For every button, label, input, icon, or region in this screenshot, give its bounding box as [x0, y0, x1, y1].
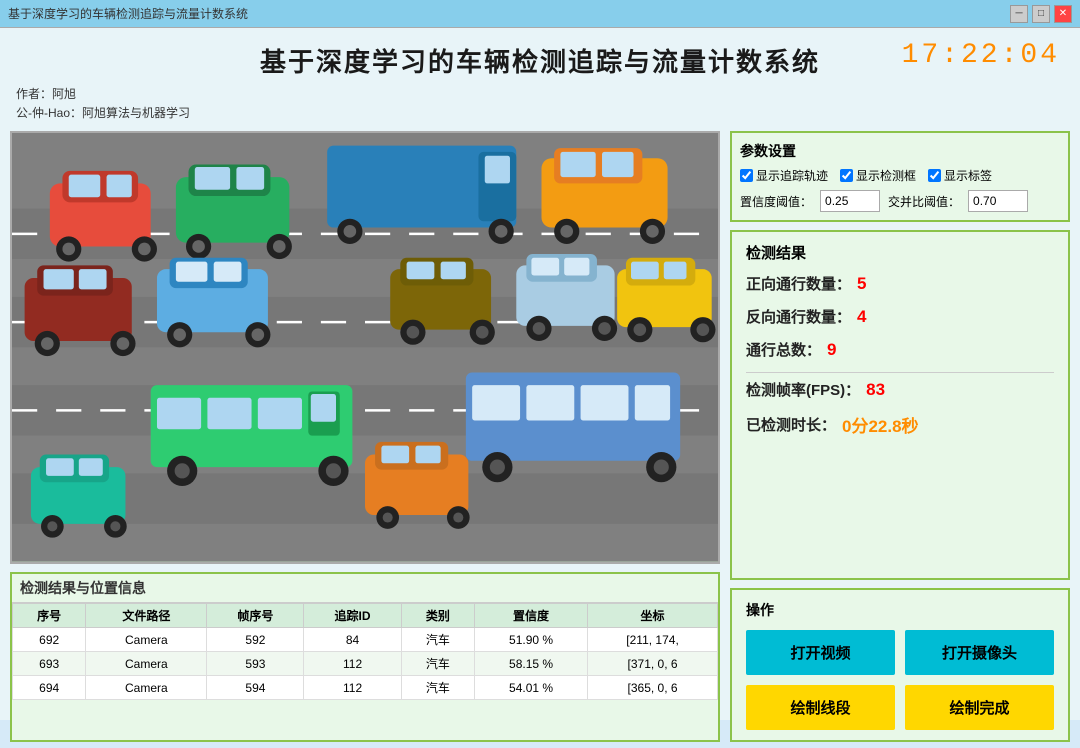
draw-line-button[interactable]: 绘制线段: [746, 685, 895, 730]
operations-title: 操作: [746, 600, 1054, 620]
duration-label: 已检测时长：: [746, 414, 836, 435]
draw-complete-button[interactable]: 绘制完成: [905, 685, 1054, 730]
close-button[interactable]: ✕: [1054, 5, 1072, 23]
table-header-row: 序号 文件路径 帧序号 追踪ID 类别 置信度 坐标: [13, 604, 718, 628]
show-track-label: 显示追踪轨迹: [756, 167, 828, 184]
show-detection-checkbox[interactable]: [840, 169, 853, 182]
main-content: 检测结果与位置信息 序号 文件路径 帧序号 追踪ID 类别 置信度 坐标: [0, 131, 1080, 748]
table-row: 694 Camera 594 112 汽车 54.01 % [365, 0, 6: [13, 676, 718, 700]
cell-category: 汽车: [401, 652, 474, 676]
col-frame: 帧序号: [207, 604, 304, 628]
cell-coords: [211, 174,: [588, 628, 718, 652]
ops-grid: 打开视频 打开摄像头 绘制线段 绘制完成: [746, 630, 1054, 730]
cell-confidence: 51.90 %: [475, 628, 588, 652]
maximize-button[interactable]: □: [1032, 5, 1050, 23]
fps-value: 83: [866, 380, 885, 400]
table-row: 692 Camera 592 84 汽车 51.90 % [211, 174,: [13, 628, 718, 652]
cell-frame: 593: [207, 652, 304, 676]
col-trackid: 追踪ID: [304, 604, 401, 628]
cell-id: 692: [13, 628, 86, 652]
cell-path: Camera: [86, 676, 207, 700]
cell-frame: 592: [207, 628, 304, 652]
title-bar: 基于深度学习的车辆检测追踪与流量计数系统 ─ □ ✕: [0, 0, 1080, 28]
detection-table-section: 检测结果与位置信息 序号 文件路径 帧序号 追踪ID 类别 置信度 坐标: [10, 572, 720, 742]
reverse-count-value: 4: [857, 307, 866, 327]
detection-table-title: 检测结果与位置信息: [12, 574, 718, 603]
table-wrapper[interactable]: 序号 文件路径 帧序号 追踪ID 类别 置信度 坐标 692 Camera: [12, 603, 718, 740]
forward-count-row: 正向通行数量： 5: [746, 273, 1054, 294]
params-section: 参数设置 显示追踪轨迹 显示检测框 显示标签: [730, 131, 1070, 222]
cell-frame: 594: [207, 676, 304, 700]
cell-id: 694: [13, 676, 86, 700]
col-category: 类别: [401, 604, 474, 628]
params-title: 参数设置: [740, 141, 1060, 161]
total-count-value: 9: [827, 340, 836, 360]
right-panel: 参数设置 显示追踪轨迹 显示检测框 显示标签: [730, 131, 1070, 742]
operations-section: 操作 打开视频 打开摄像头 绘制线段 绘制完成: [730, 588, 1070, 742]
iou-input[interactable]: [968, 190, 1028, 212]
minimize-button[interactable]: ─: [1010, 5, 1028, 23]
col-confidence: 置信度: [475, 604, 588, 628]
channel-line: 公-仲-Hao：阿旭算法与机器学习: [16, 104, 1064, 123]
open-video-button[interactable]: 打开视频: [746, 630, 895, 675]
total-count-label: 通行总数：: [746, 339, 821, 360]
duration-value: 0分22.8秒: [842, 412, 919, 437]
show-detection-checkbox-label[interactable]: 显示检测框: [840, 167, 916, 184]
fps-row: 检测帧率(FPS)： 83: [746, 379, 1054, 400]
title-bar-controls: ─ □ ✕: [1010, 5, 1072, 23]
cell-coords: [371, 0, 6: [588, 652, 718, 676]
results-section: 检测结果 正向通行数量： 5 反向通行数量： 4 通行总数： 9 检测帧率(FP…: [730, 230, 1070, 580]
show-track-checkbox[interactable]: [740, 169, 753, 182]
cell-path: Camera: [86, 628, 207, 652]
reverse-count-label: 反向通行数量：: [746, 306, 851, 327]
table-row: 693 Camera 593 112 汽车 58.15 % [371, 0, 6: [13, 652, 718, 676]
forward-count-label: 正向通行数量：: [746, 273, 851, 294]
confidence-input[interactable]: [820, 190, 880, 212]
forward-count-value: 5: [857, 274, 866, 294]
duration-row: 已检测时长： 0分22.8秒: [746, 412, 1054, 437]
col-coords: 坐标: [588, 604, 718, 628]
show-label-checkbox-label[interactable]: 显示标签: [928, 167, 992, 184]
video-area: [10, 131, 720, 564]
cell-id: 693: [13, 652, 86, 676]
cell-confidence: 54.01 %: [475, 676, 588, 700]
total-count-row: 通行总数： 9: [746, 339, 1054, 360]
cell-trackid: 84: [304, 628, 401, 652]
cell-path: Camera: [86, 652, 207, 676]
confidence-label: 置信度阈值：: [740, 193, 812, 210]
cell-coords: [365, 0, 6: [588, 676, 718, 700]
show-label-label: 显示标签: [944, 167, 992, 184]
open-camera-button[interactable]: 打开摄像头: [905, 630, 1054, 675]
divider: [746, 372, 1054, 373]
checkbox-row: 显示追踪轨迹 显示检测框 显示标签: [740, 167, 1060, 184]
col-path: 文件路径: [86, 604, 207, 628]
cell-category: 汽车: [401, 628, 474, 652]
cell-confidence: 58.15 %: [475, 652, 588, 676]
cell-category: 汽车: [401, 676, 474, 700]
iou-label: 交并比阈值：: [888, 193, 960, 210]
show-detection-label: 显示检测框: [856, 167, 916, 184]
cell-trackid: 112: [304, 676, 401, 700]
reverse-count-row: 反向通行数量： 4: [746, 306, 1054, 327]
fps-label: 检测帧率(FPS)：: [746, 379, 860, 400]
title-bar-text: 基于深度学习的车辆检测追踪与流量计数系统: [8, 5, 248, 22]
col-id: 序号: [13, 604, 86, 628]
author-info: 作者：阿旭 公-仲-Hao：阿旭算法与机器学习: [16, 85, 1064, 123]
traffic-scene: [12, 133, 718, 562]
show-label-checkbox[interactable]: [928, 169, 941, 182]
threshold-row: 置信度阈值： 交并比阈值：: [740, 190, 1060, 212]
app-container: 基于深度学习的车辆检测追踪与流量计数系统 作者：阿旭 公-仲-Hao：阿旭算法与…: [0, 28, 1080, 720]
author-line: 作者：阿旭: [16, 85, 1064, 104]
app-header: 基于深度学习的车辆检测追踪与流量计数系统 作者：阿旭 公-仲-Hao：阿旭算法与…: [0, 28, 1080, 131]
detection-table: 序号 文件路径 帧序号 追踪ID 类别 置信度 坐标 692 Camera: [12, 603, 718, 700]
results-title: 检测结果: [746, 242, 1054, 263]
left-panel: 检测结果与位置信息 序号 文件路径 帧序号 追踪ID 类别 置信度 坐标: [10, 131, 720, 742]
cell-trackid: 112: [304, 652, 401, 676]
clock-display: 17:22:04: [902, 40, 1060, 71]
show-track-checkbox-label[interactable]: 显示追踪轨迹: [740, 167, 828, 184]
